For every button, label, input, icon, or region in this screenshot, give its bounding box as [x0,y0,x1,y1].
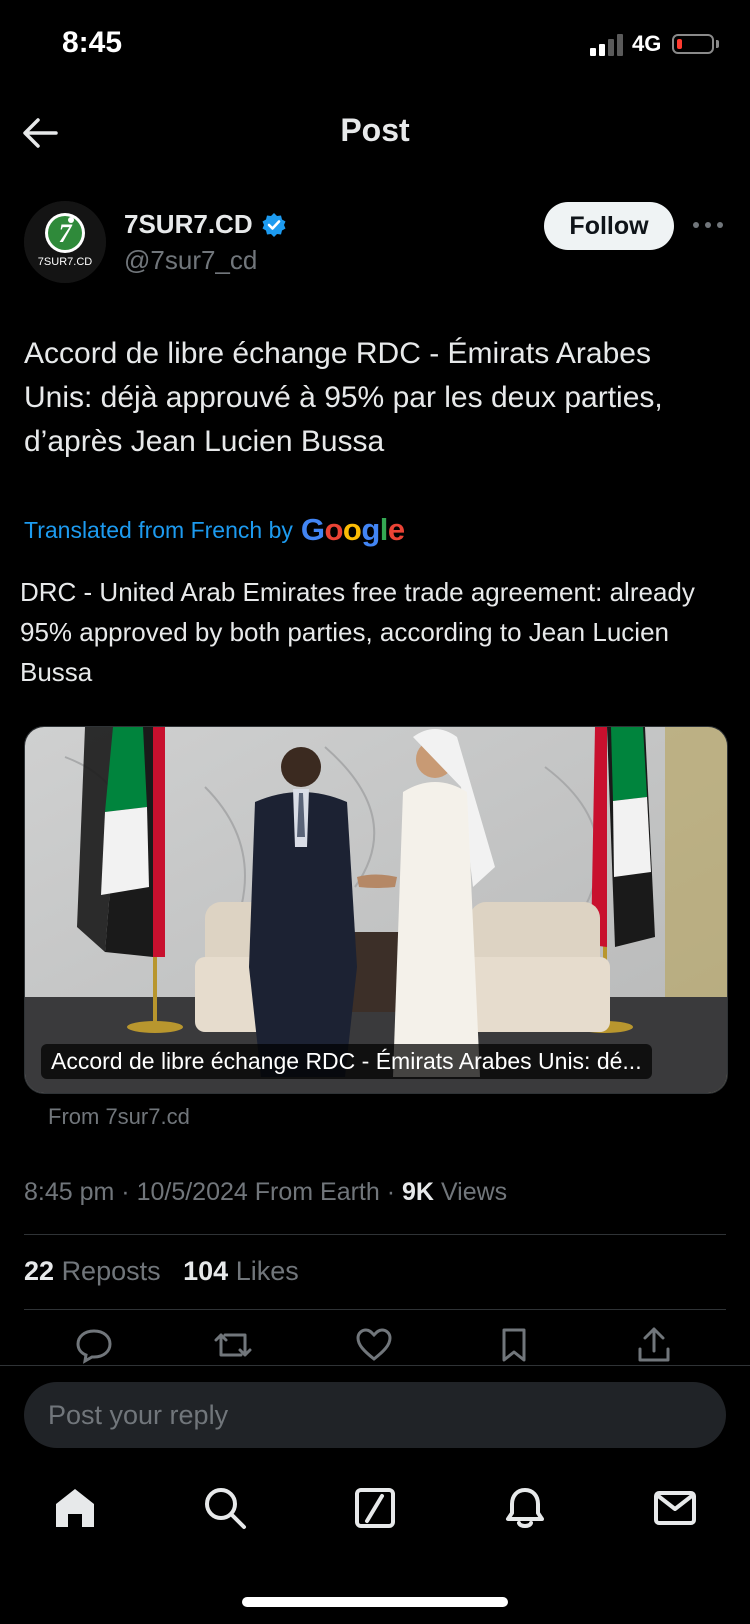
reposts-label: Reposts [61,1256,161,1286]
svg-text:7: 7 [59,219,73,248]
bottom-nav [0,1485,750,1541]
post-date: 10/5/2024 [136,1178,248,1206]
link-card[interactable]: Accord de libre échange RDC - Émirats Ar… [24,726,728,1094]
home-indicator [242,1597,508,1607]
search-icon[interactable] [202,1485,248,1531]
card-image [25,727,727,1093]
avatar-text: 7SUR7.CD [38,256,92,268]
post-time: 8:45 pm [24,1178,115,1206]
verified-badge-icon [262,212,286,237]
likes-label: Likes [235,1256,299,1286]
avatar[interactable]: 7 7SUR7.CD [24,201,106,283]
likes-count: 104 [183,1256,229,1286]
author-name-row[interactable]: 7SUR7.CD [124,209,287,240]
author-name[interactable]: 7SUR7.CD [124,209,253,240]
divider [24,1234,726,1235]
translation-attribution[interactable]: Translated from French by Google [24,512,405,548]
engagement-stats: 22 Reposts 104 Likes [24,1256,299,1287]
grok-icon[interactable] [352,1485,398,1531]
likes-stat[interactable]: 104 Likes [183,1256,299,1286]
post-text: Accord de libre échange RDC - Émirats Ar… [24,337,663,458]
battery-cap [716,40,719,48]
follow-button[interactable]: Follow [544,202,674,250]
reposts-count: 22 [24,1256,55,1286]
like-icon[interactable] [354,1325,394,1365]
avatar-logo: 7 7SUR7.CD [24,201,106,283]
divider [24,1309,726,1310]
bookmark-icon[interactable] [494,1325,534,1365]
home-icon[interactable] [52,1485,98,1531]
messages-icon[interactable] [652,1485,698,1531]
translated-text: DRC - United Arab Emirates free trade ag… [20,577,695,687]
battery-icon [672,34,714,54]
card-source[interactable]: From 7sur7.cd [48,1104,190,1130]
reposts-stat[interactable]: 22 Reposts [24,1256,161,1286]
views-count: 9K [402,1178,434,1206]
repost-icon[interactable] [213,1325,253,1365]
share-icon[interactable] [634,1325,674,1365]
post-location: From Earth [254,1178,380,1206]
post-actions [0,1325,750,1365]
page-title: Post [340,112,410,148]
notifications-icon[interactable] [502,1485,548,1531]
translated-label: Translated from French by [24,516,293,543]
reply-icon[interactable] [74,1325,114,1365]
card-caption: Accord de libre échange RDC - Émirats Ar… [41,1044,652,1079]
google-logo: Google [300,512,405,547]
more-options-icon[interactable] [690,210,726,240]
reply-input[interactable]: Post your reply [24,1382,726,1448]
status-time: 8:45 [62,26,123,59]
views-label[interactable]: Views [441,1178,507,1206]
post-meta: 8:45 pm · 10/5/2024 From Earth · 9K View… [24,1178,508,1206]
network-label: 4G [632,31,662,56]
author-handle[interactable]: @7sur7_cd [124,245,257,276]
signal-icon [590,34,623,56]
